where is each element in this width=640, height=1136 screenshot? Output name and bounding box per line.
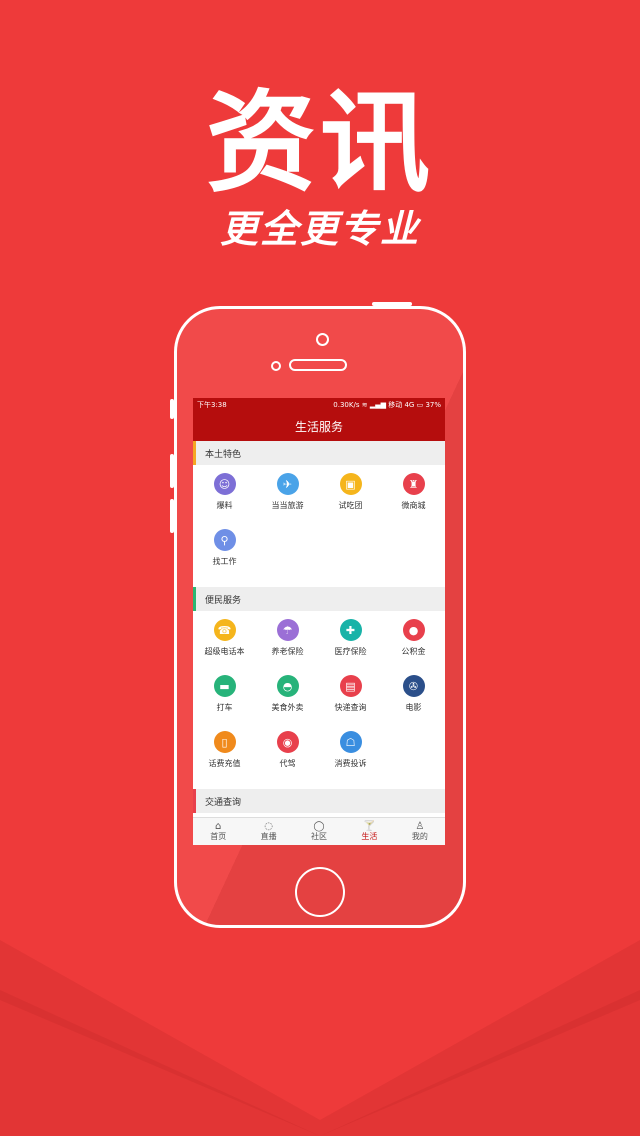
live-icon: ◌ [264, 821, 273, 832]
service-item[interactable]: ✚ 医疗保险 [319, 619, 382, 675]
service-item[interactable]: ✇ 电影 [382, 675, 445, 731]
service-item-label: 养老保险 [271, 647, 304, 656]
home-icon: ⌂ [215, 821, 222, 832]
mute-switch [170, 399, 174, 419]
proximity-sensor [271, 361, 281, 371]
battery-icon: ▭ [416, 401, 424, 409]
tab-community[interactable]: ◯ 社区 [294, 818, 344, 845]
tab-label: 社区 [311, 832, 328, 841]
promo-subtitle: 更全更专业 [219, 207, 420, 251]
service-item-label: 爆料 [216, 501, 233, 510]
service-sections: 本土特色 ☺ 爆料 ✈ 当当旅游 ▣ 试吃团 ♜ 微商城 ⚲ 找工作便民服务 ☎ 超级电话本 ☂ 养老保险 ✚… [193, 441, 445, 845]
section-accent-bar [193, 441, 196, 465]
home-button[interactable] [295, 867, 345, 917]
service-item[interactable]: ◉ 代驾 [256, 731, 319, 787]
complaint-icon: ☖ [339, 731, 362, 753]
status-carrier: 移动 [388, 401, 403, 409]
service-item[interactable]: ☺ 爆料 [193, 473, 256, 529]
tab-life[interactable]: 🍸 生活 [344, 818, 394, 845]
travel-icon: ✈ [276, 473, 299, 495]
tab-label: 直播 [260, 832, 277, 841]
community-icon: ◯ [313, 821, 325, 832]
service-item[interactable]: ☎ 超级电话本 [193, 619, 256, 675]
status-time: 下午3:38 [197, 401, 227, 409]
service-grid: ☺ 爆料 ✈ 当当旅游 ▣ 试吃团 ♜ 微商城 ⚲ 找工作 [193, 465, 445, 587]
promo-title: 资讯 [206, 78, 434, 207]
service-item-label: 电影 [405, 703, 422, 712]
tab-home[interactable]: ⌂ 首页 [193, 818, 243, 845]
job-search-icon: ⚲ [213, 529, 236, 551]
food-icon: ◓ [276, 675, 299, 697]
film-icon: ✇ [402, 675, 425, 697]
tab-label: 生活 [361, 832, 378, 841]
nav-bar: 生活服务 [193, 412, 445, 441]
section-accent-bar [193, 789, 196, 813]
profile-icon: ♙ [415, 821, 425, 832]
taxi-icon: ▬ [213, 675, 236, 697]
service-item[interactable]: ♜ 微商城 [382, 473, 445, 529]
service-item-label: 医疗保险 [334, 647, 367, 656]
status-bar: 下午3:38 0.30K/s ≋ ▂▄▆ 移动 4G ▭ 37% [193, 398, 445, 412]
service-item[interactable]: ☖ 消费投诉 [319, 731, 382, 787]
status-network: 4G [404, 401, 415, 409]
signal-icon: ▂▄▆ [369, 401, 386, 409]
bottom-tab-bar: ⌂ 首页 ◌ 直播 ◯ 社区 🍸 生活 ♙ 我的 [193, 817, 445, 845]
status-speed: 0.30K/s [333, 401, 360, 409]
section-header: 本土特色 [193, 441, 445, 465]
piggybank-icon: ● [402, 619, 425, 641]
section-accent-bar [193, 587, 196, 611]
service-item-label: 美食外卖 [271, 703, 304, 712]
service-item-label: 当当旅游 [271, 501, 304, 510]
service-item-label: 找工作 [212, 557, 237, 566]
service-item-label: 打车 [216, 703, 233, 712]
section-header: 交通查询 [193, 789, 445, 813]
section-title: 便民服务 [205, 595, 242, 606]
service-item[interactable]: ◓ 美食外卖 [256, 675, 319, 731]
service-item[interactable]: ⚲ 找工作 [193, 529, 256, 585]
service-item[interactable]: ● 公积金 [382, 619, 445, 675]
service-item-label: 代驾 [279, 759, 296, 768]
phone-recharge-icon: ▯ [213, 731, 236, 753]
service-item-label: 超级电话本 [204, 647, 245, 656]
service-item[interactable]: ☂ 养老保险 [256, 619, 319, 675]
life-icon: 🍸 [363, 821, 376, 832]
tab-label: 首页 [210, 832, 227, 841]
tab-label: 我的 [411, 832, 428, 841]
earpiece-speaker [289, 359, 347, 371]
umbrella-icon: ☂ [276, 619, 299, 641]
service-item[interactable]: ▤ 快递查询 [319, 675, 382, 731]
section-title: 本土特色 [205, 449, 242, 460]
tasting-icon: ▣ [339, 473, 362, 495]
section-header: 便民服务 [193, 587, 445, 611]
service-item-label: 快递查询 [334, 703, 367, 712]
service-item-label: 消费投诉 [334, 759, 367, 768]
page-title: 生活服务 [294, 420, 343, 434]
service-item[interactable]: ▣ 试吃团 [319, 473, 382, 529]
designated-driver-icon: ◉ [276, 731, 299, 753]
service-item-label: 话费充值 [208, 759, 241, 768]
service-item[interactable]: ▯ 话费充值 [193, 731, 256, 787]
service-item[interactable]: ▬ 打车 [193, 675, 256, 731]
power-button [372, 302, 412, 306]
status-right: 0.30K/s ≋ ▂▄▆ 移动 4G ▭ 37% [333, 400, 441, 410]
tab-profile[interactable]: ♙ 我的 [395, 818, 445, 845]
wifi-icon: ≋ [361, 401, 368, 409]
shop-icon: ♜ [402, 473, 425, 495]
phonebook-icon: ☎ [213, 619, 236, 641]
service-item-label: 公积金 [401, 647, 426, 656]
reporter-icon: ☺ [213, 473, 236, 495]
status-battery: 37% [425, 401, 441, 409]
service-item-label: 试吃团 [338, 501, 363, 510]
service-item[interactable]: ✈ 当当旅游 [256, 473, 319, 529]
service-grid: ☎ 超级电话本 ☂ 养老保险 ✚ 医疗保险 ● 公积金 ▬ 打车 ◓ 美食外卖 ▤ 快递查询 ✇ 电影 ▯ 话费充… [193, 611, 445, 789]
service-item-label: 微商城 [401, 501, 426, 510]
tab-live[interactable]: ◌ 直播 [243, 818, 293, 845]
app-screen: 下午3:38 0.30K/s ≋ ▂▄▆ 移动 4G ▭ 37% 生活服务 本土… [193, 398, 445, 845]
section-title: 交通查询 [205, 797, 242, 808]
volume-up-button [170, 454, 174, 488]
volume-down-button [170, 499, 174, 533]
front-camera [316, 333, 329, 346]
delivery-icon: ▤ [339, 675, 362, 697]
medical-icon: ✚ [339, 619, 362, 641]
